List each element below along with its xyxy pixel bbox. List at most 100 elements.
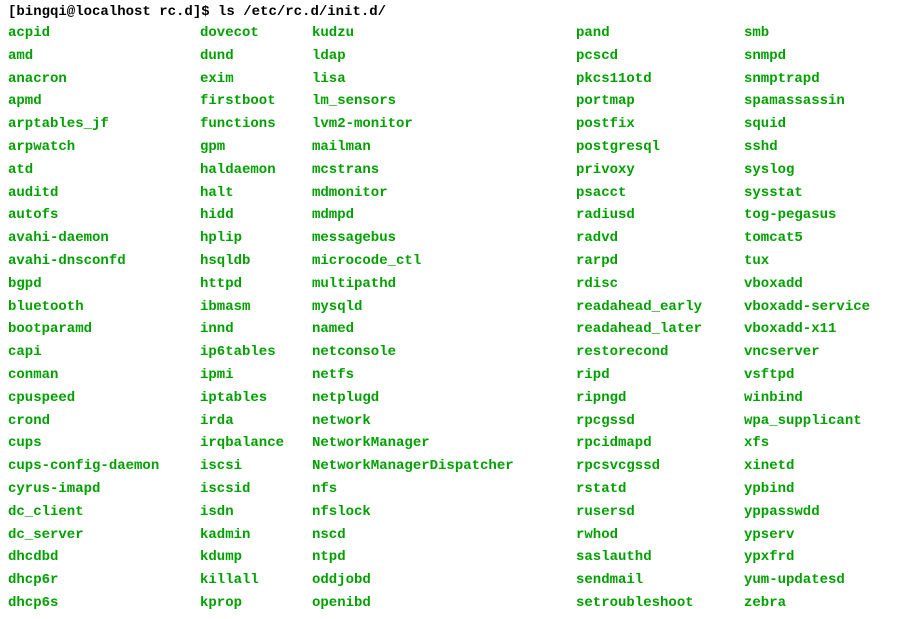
file-entry: lvm2-monitor	[312, 113, 576, 136]
file-entry: dc_client	[8, 501, 200, 524]
file-entry: rarpd	[576, 250, 744, 273]
file-entry: openibd	[312, 592, 576, 615]
file-entry: radiusd	[576, 204, 744, 227]
file-entry: mysqld	[312, 296, 576, 319]
file-entry: functions	[200, 113, 312, 136]
file-entry: autofs	[8, 204, 200, 227]
file-entry: isdn	[200, 501, 312, 524]
file-entry: hsqldb	[200, 250, 312, 273]
file-entry: crond	[8, 410, 200, 433]
file-entry: auditd	[8, 182, 200, 205]
file-entry: kadmin	[200, 524, 312, 547]
file-entry: acpid	[8, 22, 200, 45]
file-entry: readahead_early	[576, 296, 744, 319]
listing-column-2: dovecotdundeximfirstbootfunctionsgpmhald…	[200, 22, 312, 615]
file-entry: ypxfrd	[744, 546, 870, 569]
file-entry: rpcsvcgssd	[576, 455, 744, 478]
file-entry: vncserver	[744, 341, 870, 364]
file-entry: avahi-dnsconfd	[8, 250, 200, 273]
file-entry: capi	[8, 341, 200, 364]
file-entry: tog-pegasus	[744, 204, 870, 227]
file-entry: cups-config-daemon	[8, 455, 200, 478]
file-entry: yppasswdd	[744, 501, 870, 524]
file-entry: snmpd	[744, 45, 870, 68]
file-entry: kudzu	[312, 22, 576, 45]
file-entry: xfs	[744, 432, 870, 455]
file-entry: oddjobd	[312, 569, 576, 592]
file-entry: sshd	[744, 136, 870, 159]
file-entry: postfix	[576, 113, 744, 136]
file-entry: ypserv	[744, 524, 870, 547]
file-entry: arptables_jf	[8, 113, 200, 136]
file-entry: microcode_ctl	[312, 250, 576, 273]
file-entry: killall	[200, 569, 312, 592]
file-entry: firstboot	[200, 90, 312, 113]
file-entry: exim	[200, 68, 312, 91]
file-entry: squid	[744, 113, 870, 136]
file-entry: restorecond	[576, 341, 744, 364]
file-entry: irda	[200, 410, 312, 433]
file-entry: privoxy	[576, 159, 744, 182]
file-entry: apmd	[8, 90, 200, 113]
file-entry: lisa	[312, 68, 576, 91]
file-entry: vboxadd-x11	[744, 318, 870, 341]
file-entry: iscsid	[200, 478, 312, 501]
file-entry: NetworkManagerDispatcher	[312, 455, 576, 478]
file-entry: hidd	[200, 204, 312, 227]
file-entry: httpd	[200, 273, 312, 296]
file-entry: kprop	[200, 592, 312, 615]
file-entry: netconsole	[312, 341, 576, 364]
file-entry: rusersd	[576, 501, 744, 524]
file-entry: atd	[8, 159, 200, 182]
file-entry: rpcidmapd	[576, 432, 744, 455]
file-entry: bootparamd	[8, 318, 200, 341]
file-entry: halt	[200, 182, 312, 205]
file-entry: dhcp6r	[8, 569, 200, 592]
file-entry: vboxadd	[744, 273, 870, 296]
file-entry: rdisc	[576, 273, 744, 296]
file-entry: syslog	[744, 159, 870, 182]
file-entry: bgpd	[8, 273, 200, 296]
file-entry: anacron	[8, 68, 200, 91]
file-entry: tux	[744, 250, 870, 273]
file-entry: haldaemon	[200, 159, 312, 182]
file-entry: pcscd	[576, 45, 744, 68]
file-entry: hplip	[200, 227, 312, 250]
file-entry: dc_server	[8, 524, 200, 547]
file-entry: cpuspeed	[8, 387, 200, 410]
file-entry: ypbind	[744, 478, 870, 501]
file-entry: avahi-daemon	[8, 227, 200, 250]
file-entry: nfs	[312, 478, 576, 501]
file-entry: ip6tables	[200, 341, 312, 364]
file-entry: arpwatch	[8, 136, 200, 159]
file-entry: amd	[8, 45, 200, 68]
file-entry: mdmpd	[312, 204, 576, 227]
file-entry: pand	[576, 22, 744, 45]
file-entry: saslauthd	[576, 546, 744, 569]
file-entry: portmap	[576, 90, 744, 113]
file-entry: cups	[8, 432, 200, 455]
file-entry: snmptrapd	[744, 68, 870, 91]
file-entry: named	[312, 318, 576, 341]
file-entry: ldap	[312, 45, 576, 68]
file-entry: network	[312, 410, 576, 433]
file-entry: mailman	[312, 136, 576, 159]
file-entry: smb	[744, 22, 870, 45]
file-entry: sendmail	[576, 569, 744, 592]
file-entry: ripd	[576, 364, 744, 387]
file-entry: messagebus	[312, 227, 576, 250]
file-entry: conman	[8, 364, 200, 387]
terminal-prompt: [bingqi@localhost rc.d]$ ls /etc/rc.d/in…	[8, 4, 906, 20]
file-entry: rstatd	[576, 478, 744, 501]
file-entry: ipmi	[200, 364, 312, 387]
file-entry: iscsi	[200, 455, 312, 478]
file-entry: spamassassin	[744, 90, 870, 113]
listing-column-1: acpidamdanacronapmdarptables_jfarpwatcha…	[8, 22, 200, 615]
file-entry: NetworkManager	[312, 432, 576, 455]
file-entry: setroubleshoot	[576, 592, 744, 615]
file-entry: yum-updatesd	[744, 569, 870, 592]
file-entry: xinetd	[744, 455, 870, 478]
file-entry: rpcgssd	[576, 410, 744, 433]
file-entry: tomcat5	[744, 227, 870, 250]
file-entry: innd	[200, 318, 312, 341]
